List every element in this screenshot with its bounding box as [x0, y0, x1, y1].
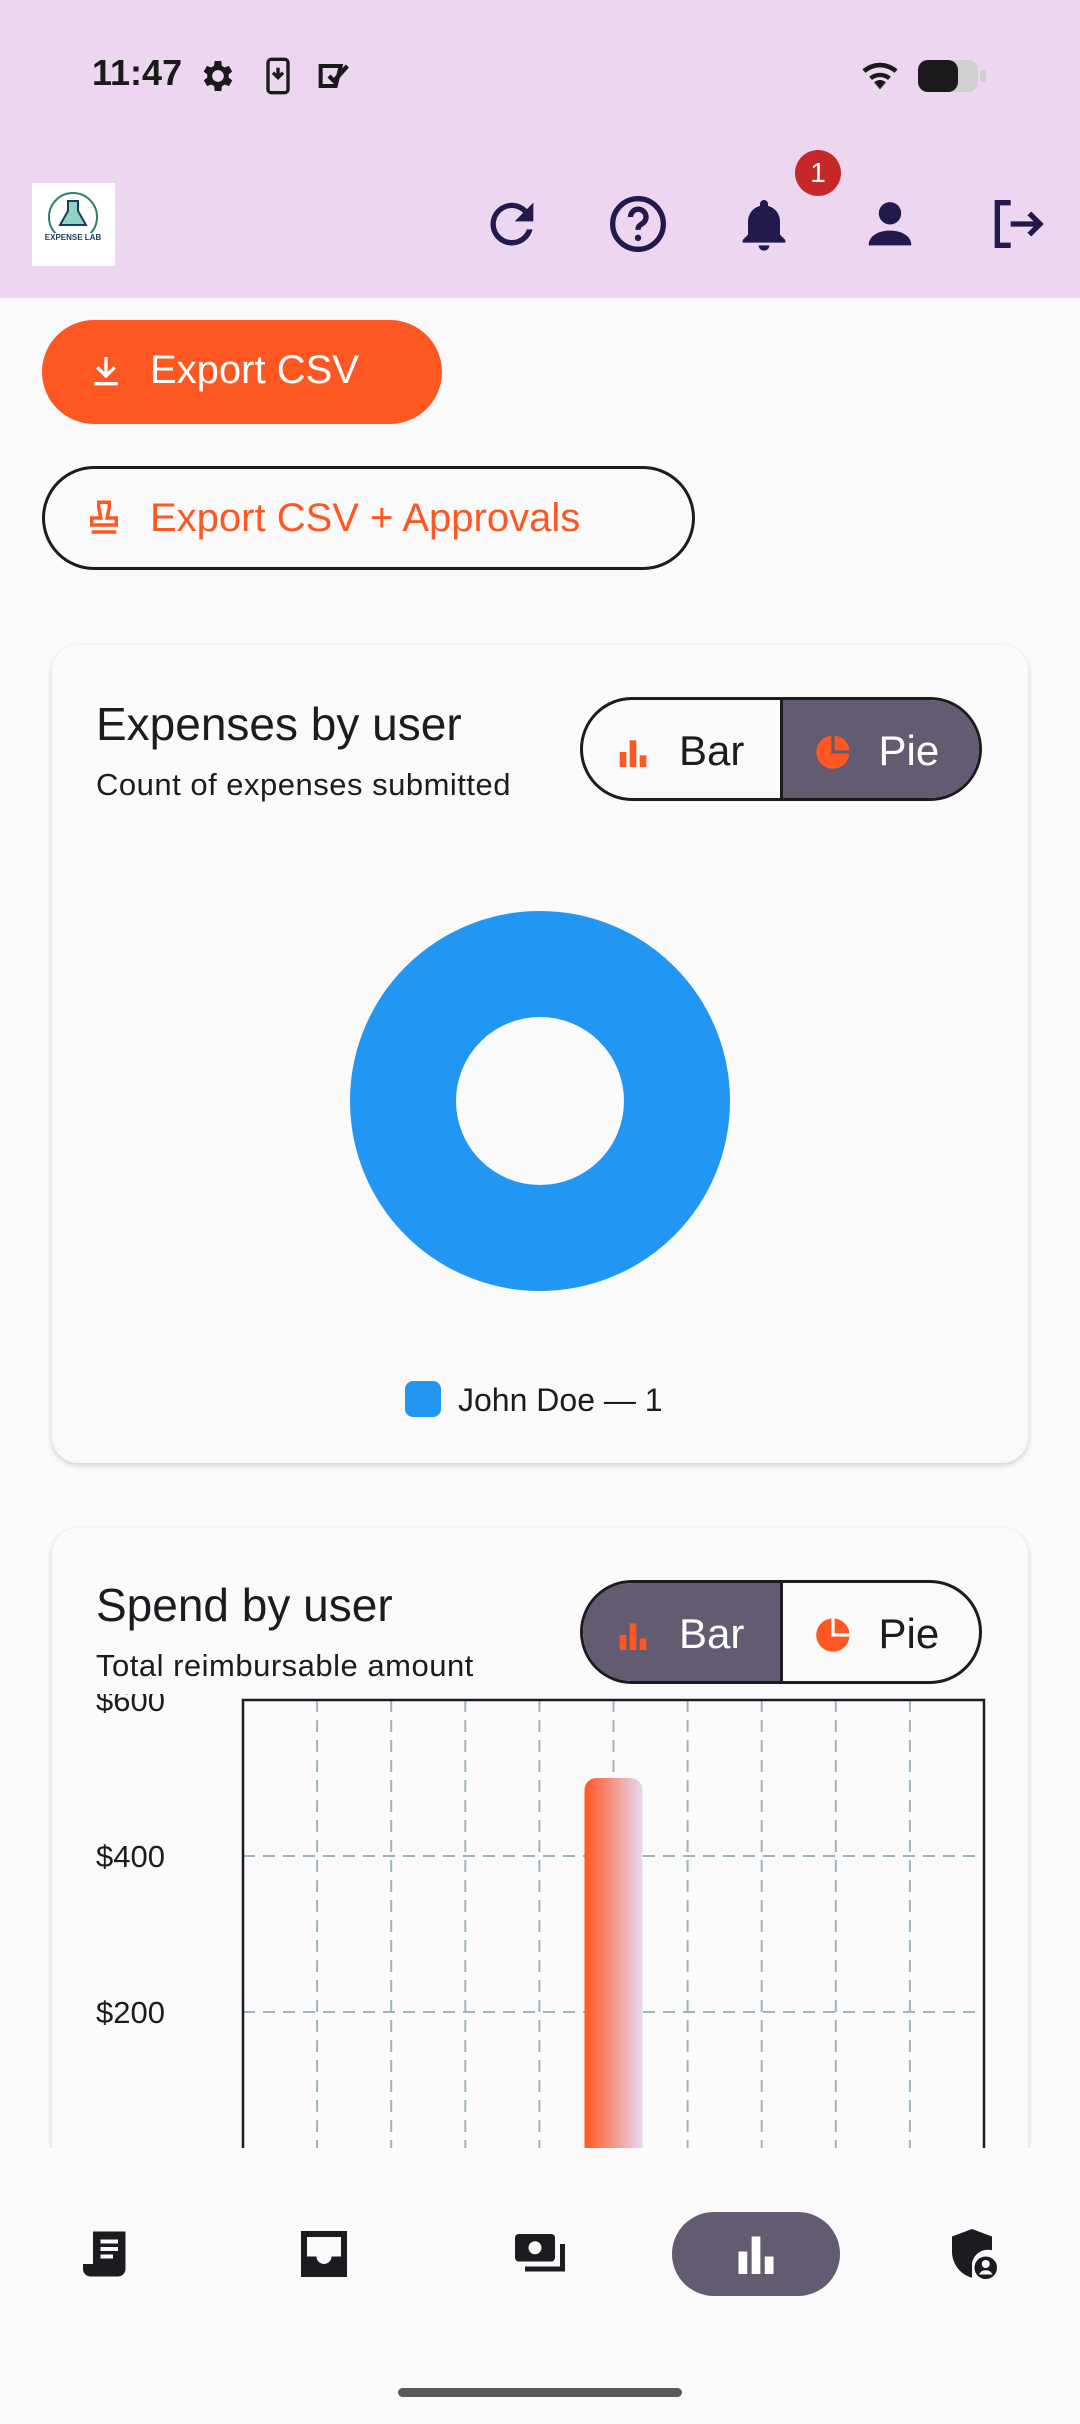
spend-by-user-card: Spend by user Total reimbursable amount … [52, 1528, 1028, 2228]
inbox-icon[interactable] [294, 2224, 354, 2284]
wifi-icon [862, 62, 898, 90]
bar-chart-icon [619, 1623, 647, 1650]
refresh-icon[interactable] [480, 192, 544, 256]
toggle-bar-option[interactable]: Bar [583, 700, 780, 798]
card-subtitle: Count of expenses submitted [96, 767, 512, 802]
toggle-pie-label: Pie [878, 1610, 940, 1657]
help-icon[interactable] [606, 192, 670, 256]
export-csv-approvals-button[interactable]: Export CSV + Approvals [42, 466, 695, 570]
bar-chart-icon[interactable] [726, 2224, 786, 2284]
receipt-icon[interactable] [78, 2224, 138, 2284]
chart-type-toggle: Bar Pie [580, 1580, 982, 1684]
card-title: Spend by user [96, 1579, 393, 1631]
y-tick-label: $400 [96, 1839, 165, 1874]
legend-swatch [405, 1381, 441, 1417]
flask-logo-icon: EXPENSE LAB [45, 192, 102, 243]
notifications-icon[interactable] [732, 192, 796, 256]
pie-chart-icon [815, 735, 849, 769]
pie-slice-0 [350, 911, 730, 1291]
toggle-bar-option[interactable]: Bar [583, 1583, 780, 1681]
toggle-pie-option[interactable]: Pie [779, 1583, 980, 1681]
payments-icon[interactable] [510, 2224, 570, 2284]
profile-icon[interactable] [858, 192, 922, 256]
admin-shield-icon[interactable] [942, 2224, 1002, 2284]
stamp-icon [90, 500, 118, 534]
y-tick-label: $200 [96, 1995, 165, 2030]
task-check-icon [318, 64, 349, 88]
logo-text: EXPENSE LAB [45, 233, 102, 242]
download-icon [94, 357, 118, 386]
settings-icon [203, 61, 233, 91]
export-csv-approvals-label: Export CSV + Approvals [150, 496, 581, 540]
export-csv-label: Export CSV [150, 348, 359, 392]
toggle-pie-option[interactable]: Pie [779, 700, 979, 798]
toggle-pie-label: Pie [878, 727, 940, 774]
status-time: 11:47 [92, 52, 183, 93]
notification-badge: 1 [795, 150, 841, 196]
expenses-by-user-card: Expenses by user Count of expenses submi… [52, 645, 1028, 1463]
card-title: Expenses by user [96, 698, 462, 750]
download-phone-icon [266, 57, 290, 95]
bottom-navigation [0, 2148, 1080, 2424]
donut-chart [350, 911, 730, 1291]
toggle-bar-label: Bar [679, 727, 745, 774]
bar-chart-icon [619, 740, 647, 767]
y-tick-label: $600 [96, 1694, 165, 1718]
legend-label: John Doe — 1 [458, 1382, 663, 1418]
pie-chart-icon [815, 1618, 849, 1652]
app-logo: EXPENSE LAB [32, 183, 115, 266]
toggle-bar-label: Bar [679, 1610, 745, 1657]
home-indicator [398, 2388, 682, 2397]
export-csv-button[interactable]: Export CSV [42, 320, 442, 424]
logout-icon[interactable] [984, 192, 1048, 256]
chart-type-toggle: Bar Pie [580, 697, 982, 801]
battery-icon [918, 60, 986, 92]
card-subtitle: Total reimbursable amount [96, 1648, 474, 1683]
